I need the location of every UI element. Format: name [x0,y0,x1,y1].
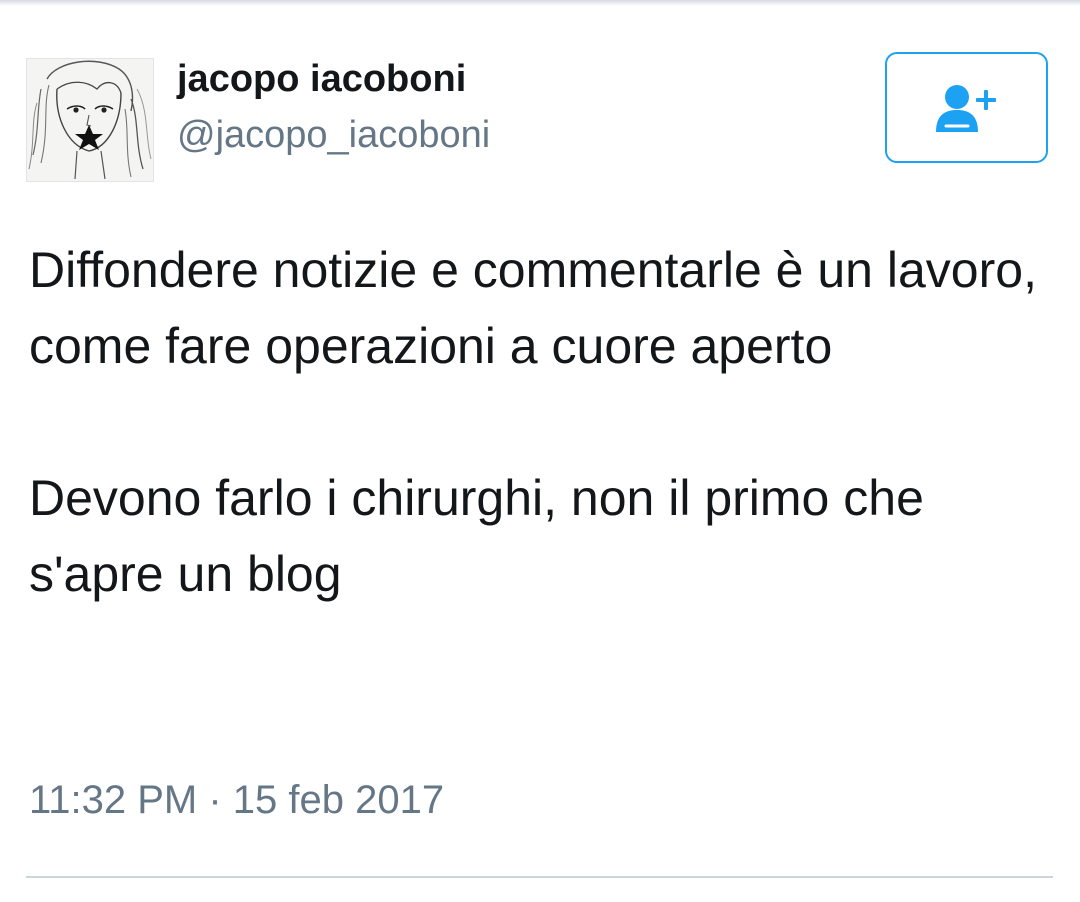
author-display-name[interactable]: jacopo iacoboni [177,56,466,102]
avatar[interactable] [26,58,154,182]
add-user-icon [935,84,996,132]
tweet-text: Diffondere notizie e commentarle è un la… [29,242,1037,602]
avatar-portrait-image [27,59,153,181]
tweet-timestamp[interactable]: 11:32 PM · 15 feb 2017 [29,776,444,824]
author-handle[interactable]: @jacopo_iacoboni [177,112,490,158]
top-edge-shadow [0,0,1080,6]
follow-button[interactable] [885,52,1048,163]
divider [26,876,1053,878]
